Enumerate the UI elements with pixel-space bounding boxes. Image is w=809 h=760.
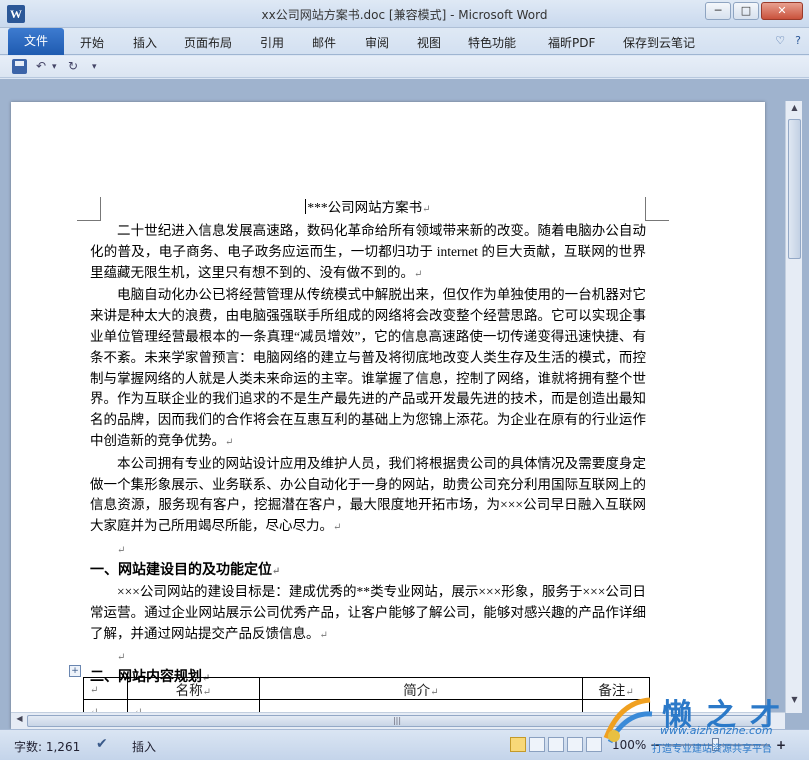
zoom-in-button[interactable]: + bbox=[776, 738, 786, 752]
tab-mailings[interactable]: 邮件 bbox=[312, 34, 336, 51]
paragraph: ×××公司网站的建设目标是：建成优秀的**类专业网站，展示×××形象，服务于××… bbox=[90, 583, 646, 641]
empty-paragraph: ↵ bbox=[117, 544, 126, 556]
horizontal-scroll-thumb[interactable]: ||| bbox=[27, 715, 767, 727]
insert-mode[interactable]: 插入 bbox=[132, 738, 156, 755]
tab-foxit-pdf[interactable]: 福昕PDF bbox=[548, 34, 595, 51]
close-button[interactable]: ✕ bbox=[761, 2, 803, 20]
tab-review[interactable]: 审阅 bbox=[365, 34, 389, 51]
margin-corner-mark bbox=[645, 197, 669, 221]
document-page[interactable]: ***公司网站方案书↵ 二十世纪进入信息发展高速路，数码化革命给所有领域带来新的… bbox=[11, 102, 765, 729]
document-workspace: ***公司网站方案书↵ 二十世纪进入信息发展高速路，数码化革命给所有领域带来新的… bbox=[0, 79, 809, 729]
scroll-up-icon[interactable]: ▲ bbox=[788, 103, 801, 117]
table-row: ↵ 名称↵ 简介↵ 备注↵ bbox=[83, 677, 650, 700]
full-screen-reading-view-icon[interactable] bbox=[529, 737, 545, 752]
paragraph: 二十世纪进入信息发展高速路，数码化革命给所有领域带来新的改变。随着电脑办公自动化… bbox=[90, 223, 646, 280]
outline-view-icon[interactable] bbox=[567, 737, 583, 752]
redo-icon[interactable]: ↻ bbox=[68, 59, 78, 73]
document-body[interactable]: ***公司网站方案书↵ 二十世纪进入信息发展高速路，数码化革命给所有领域带来新的… bbox=[90, 198, 646, 689]
zoom-level[interactable]: 100% bbox=[612, 738, 646, 752]
section-heading: 一、网站建设目的及功能定位↵ bbox=[90, 562, 281, 578]
empty-paragraph: ↵ bbox=[117, 652, 126, 664]
quick-access-toolbar: ↶ ▾ ↻ ▾ bbox=[0, 56, 809, 78]
save-icon[interactable] bbox=[12, 59, 27, 74]
vertical-scroll-thumb[interactable] bbox=[788, 119, 801, 259]
customize-toolbar-icon[interactable]: ▾ bbox=[92, 62, 97, 72]
help-icon[interactable]: ? bbox=[795, 34, 801, 47]
tab-save-to-cloud-note[interactable]: 保存到云笔记 bbox=[623, 34, 695, 51]
tab-page-layout[interactable]: 页面布局 bbox=[184, 34, 232, 51]
heart-icon[interactable]: ♡ bbox=[775, 34, 785, 47]
window-controls: ─ □ ✕ bbox=[705, 2, 803, 20]
scroll-left-icon[interactable]: ◀ bbox=[13, 714, 26, 728]
tab-home[interactable]: 开始 bbox=[80, 34, 104, 51]
proofing-icon[interactable]: ✔ bbox=[96, 736, 108, 752]
table-move-handle-icon[interactable]: + bbox=[69, 665, 81, 677]
zoom-slider-handle[interactable] bbox=[712, 738, 719, 751]
word-count[interactable]: 字数: 1,261 bbox=[14, 738, 80, 755]
paragraph: 电脑自动化办公已将经营管理从传统模式中解脱出来，但仅作为单独使用的一台机器对它来… bbox=[90, 287, 646, 448]
ribbon-tabs: 文件 开始 插入 页面布局 引用 邮件 审阅 视图 特色功能 福昕PDF 保存到… bbox=[0, 28, 809, 55]
minimize-button[interactable]: ─ bbox=[705, 2, 731, 20]
window-title: xx公司网站方案书.doc [兼容模式] - Microsoft Word bbox=[261, 8, 548, 22]
status-bar: 字数: 1,261 ✔ 插入 100% − + bbox=[0, 729, 809, 760]
horizontal-scrollbar[interactable]: ◀ ||| bbox=[11, 712, 785, 729]
title-bar: W xx公司网站方案书.doc [兼容模式] - Microsoft Word … bbox=[0, 0, 809, 28]
tab-special-features[interactable]: 特色功能 bbox=[468, 34, 516, 51]
maximize-button[interactable]: □ bbox=[733, 2, 759, 20]
tab-file[interactable]: 文件 bbox=[8, 28, 64, 55]
document-title: ***公司网站方案书↵ bbox=[305, 199, 431, 215]
draft-view-icon[interactable] bbox=[586, 737, 602, 752]
paragraph: 本公司拥有专业的网站设计应用及维护人员，我们将根据贵公司的具体情况及需要度身定做… bbox=[90, 455, 646, 534]
print-layout-view-icon[interactable] bbox=[510, 737, 526, 752]
tab-references[interactable]: 引用 bbox=[260, 34, 284, 51]
scroll-down-icon[interactable]: ▼ bbox=[788, 695, 801, 709]
undo-dropdown-icon[interactable]: ▾ bbox=[52, 62, 57, 72]
undo-icon[interactable]: ↶ bbox=[36, 59, 46, 73]
vertical-scrollbar[interactable]: ▲ ▼ bbox=[785, 101, 802, 713]
web-layout-view-icon[interactable] bbox=[548, 737, 564, 752]
tab-view[interactable]: 视图 bbox=[417, 34, 441, 51]
tab-insert[interactable]: 插入 bbox=[133, 34, 157, 51]
zoom-out-button[interactable]: − bbox=[650, 738, 660, 752]
